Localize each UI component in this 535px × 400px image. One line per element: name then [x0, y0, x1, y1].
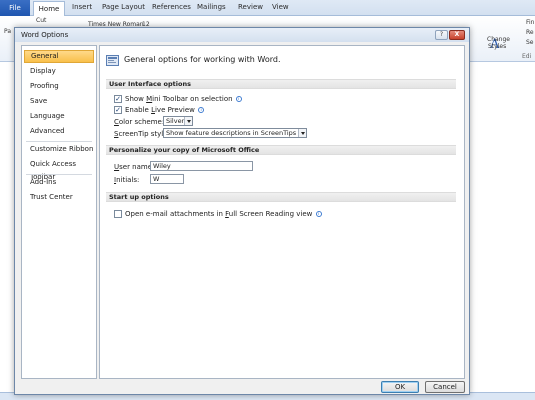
color-scheme-value: Silver	[166, 117, 185, 125]
screentip-style-select[interactable]: Show feature descriptions in ScreenTips	[163, 128, 307, 138]
nav-item-quick-access-toolbar[interactable]: Quick Access Toolbar	[24, 158, 94, 181]
info-icon: i	[315, 211, 322, 217]
color-scheme-select[interactable]: Silver	[163, 116, 193, 126]
tab-references[interactable]: References	[152, 3, 191, 11]
fullscreen-reading-label[interactable]: Open e-mail attachments in Full Screen R…	[125, 210, 312, 218]
find-button[interactable]: Fin	[526, 19, 534, 26]
fullscreen-reading-row: Open e-mail attachments in Full Screen R…	[125, 210, 322, 218]
user-name-input[interactable]: Wiley	[150, 161, 253, 171]
nav-item-add-ins[interactable]: Add-Ins	[24, 176, 94, 189]
section-personalize: Personalize your copy of Microsoft Offic…	[106, 145, 456, 155]
change-styles-label-1[interactable]: Change	[487, 36, 510, 43]
nav-item-general[interactable]: General	[24, 50, 94, 63]
close-button[interactable]: X	[449, 30, 465, 40]
tab-view[interactable]: View	[272, 3, 289, 11]
section-user-interface: User Interface options	[106, 79, 456, 89]
nav-item-proofing[interactable]: Proofing	[24, 80, 94, 93]
chevron-down-icon[interactable]	[298, 129, 306, 137]
fullscreen-reading-checkbox[interactable]	[114, 210, 122, 218]
nav-item-display[interactable]: Display	[24, 65, 94, 78]
cut-label[interactable]: Cut	[36, 17, 46, 24]
change-styles-label-2[interactable]: Styles	[488, 43, 506, 50]
help-button[interactable]: ?	[435, 30, 448, 40]
mini-toolbar-checkbox[interactable]: ✓	[114, 95, 122, 103]
screentip-style-value: Show feature descriptions in ScreenTips	[166, 129, 297, 137]
ribbon-tab-bar: File Home Insert Page Layout References …	[0, 0, 535, 16]
nav-item-advanced[interactable]: Advanced	[24, 125, 94, 138]
chevron-down-icon[interactable]	[184, 117, 192, 125]
nav-item-save[interactable]: Save	[24, 95, 94, 108]
live-preview-row: Enable Live Preview i	[125, 106, 205, 114]
tab-mailings[interactable]: Mailings	[197, 3, 226, 11]
nav-separator	[26, 141, 92, 142]
select-button[interactable]: Se	[526, 39, 534, 46]
live-preview-checkbox[interactable]: ✓	[114, 106, 122, 114]
live-preview-label[interactable]: Enable Live Preview	[125, 106, 195, 114]
dialog-title-bar[interactable]: Word Options ? X	[15, 28, 469, 42]
tab-page-layout[interactable]: Page Layout	[102, 3, 145, 11]
ok-button[interactable]: OK	[381, 381, 419, 393]
general-options-icon	[106, 55, 119, 66]
options-nav: General Display Proofing Save Language A…	[21, 45, 97, 379]
initials-label: Initials:	[114, 176, 140, 184]
cancel-button[interactable]: Cancel	[425, 381, 465, 393]
tab-home[interactable]: Home	[33, 1, 65, 16]
tab-review[interactable]: Review	[238, 3, 263, 11]
user-name-label: User name:	[114, 163, 155, 171]
screentip-style-label: ScreenTip style:	[114, 130, 170, 138]
replace-button[interactable]: Re	[526, 29, 534, 36]
page-heading: General options for working with Word.	[124, 55, 281, 64]
options-content: General options for working with Word. U…	[99, 45, 465, 379]
dialog-title: Word Options	[21, 31, 69, 39]
nav-separator	[26, 174, 92, 175]
info-icon: i	[198, 107, 205, 113]
section-startup: Start up options	[106, 192, 456, 202]
info-icon: i	[235, 96, 242, 102]
nav-item-customize-ribbon[interactable]: Customize Ribbon	[24, 143, 94, 156]
mini-toolbar-label[interactable]: Show Mini Toolbar on selection	[125, 95, 233, 103]
nav-item-trust-center[interactable]: Trust Center	[24, 191, 94, 204]
nav-item-language[interactable]: Language	[24, 110, 94, 123]
tab-file[interactable]: File	[0, 0, 30, 16]
editing-group-label: Edi	[522, 53, 532, 60]
initials-input[interactable]: W	[150, 174, 184, 184]
tab-insert[interactable]: Insert	[72, 3, 92, 11]
mini-toolbar-row: Show Mini Toolbar on selection i	[125, 95, 242, 103]
paste-label[interactable]: Pa	[4, 28, 11, 35]
color-scheme-label: Color scheme:	[114, 118, 165, 126]
word-options-dialog: Word Options ? X General Display Proofin…	[14, 27, 470, 395]
